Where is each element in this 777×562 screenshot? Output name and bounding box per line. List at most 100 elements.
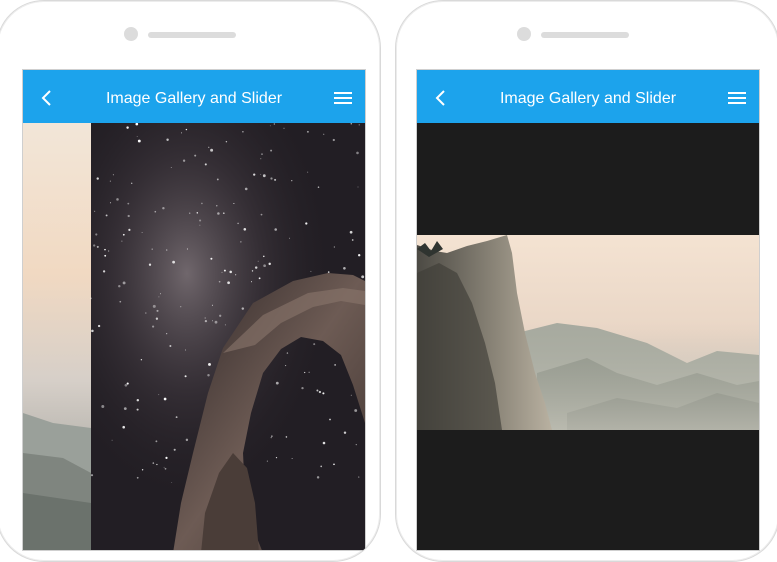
star [181,132,183,134]
slider-area[interactable] [23,122,365,550]
star [323,133,325,135]
star [208,362,211,366]
valley-sunrise-photo [23,123,91,550]
star [361,275,365,279]
star [152,325,155,328]
star [270,177,273,180]
star [327,271,330,273]
star [304,371,306,374]
menu-button[interactable] [327,82,359,114]
star [122,281,126,285]
star [263,264,266,268]
star [118,284,121,288]
hamburger-menu-icon [334,92,352,104]
star [316,389,319,392]
star [145,312,147,314]
star [310,270,312,272]
star [210,257,213,260]
star [90,297,92,300]
star [111,439,113,441]
star [258,277,261,280]
star [140,359,143,361]
star [155,317,159,320]
star [291,457,293,459]
star [355,443,357,446]
star [90,474,94,477]
phone-screen-left: Image Gallery and Slider [22,69,366,551]
star [350,122,353,125]
star [151,248,153,250]
star [211,304,213,306]
star [180,306,182,308]
star [109,202,112,204]
star [270,436,272,439]
star [320,465,323,468]
star [275,381,279,385]
starry-night-arch-photo [90,122,365,550]
cliff-valley-photo[interactable] [417,123,759,551]
star [332,138,335,142]
star [184,375,187,378]
star [241,307,245,310]
star [141,469,144,471]
star [152,304,156,308]
app-bar: Image Gallery and Slider [417,70,759,123]
star [127,202,130,205]
app-title: Image Gallery and Slider [499,90,677,107]
star [155,440,158,443]
star [257,260,259,262]
star [343,266,346,270]
star [104,248,106,251]
star [318,390,322,394]
star [306,130,309,133]
star [96,245,99,248]
star [109,180,111,182]
star [263,255,265,258]
star [137,139,141,143]
star [164,467,167,470]
star [350,394,352,396]
star [160,293,161,295]
star [204,319,208,323]
star [104,254,107,257]
star [152,462,155,464]
star [126,126,129,129]
star [358,254,361,257]
star [235,274,237,276]
star [162,206,165,210]
image-viewer[interactable] [417,123,759,550]
star [156,463,158,466]
star [286,352,289,354]
star [244,187,248,191]
menu-button[interactable] [721,82,753,114]
star [131,182,133,184]
star [208,146,210,148]
star [185,128,188,131]
star [189,212,191,214]
front-camera [517,27,531,41]
app-bar: Image Gallery and Slider [23,70,365,123]
star [269,125,271,127]
star [136,136,138,137]
star [334,364,336,366]
star [217,212,220,215]
star [211,320,213,322]
star [357,186,359,188]
star [128,228,131,232]
star [101,405,105,408]
star [273,123,275,125]
star [126,382,129,385]
star [182,159,186,162]
star [163,466,165,468]
star [124,383,128,387]
star [199,224,201,226]
star [105,214,108,217]
phone-frame-left: Image Gallery and Slider [0,0,381,562]
star [285,365,287,367]
star [275,457,278,459]
phone-frame-right: Image Gallery and Slider [395,0,777,562]
star [119,300,122,303]
star [223,269,226,272]
star [301,386,304,390]
star [307,171,309,173]
